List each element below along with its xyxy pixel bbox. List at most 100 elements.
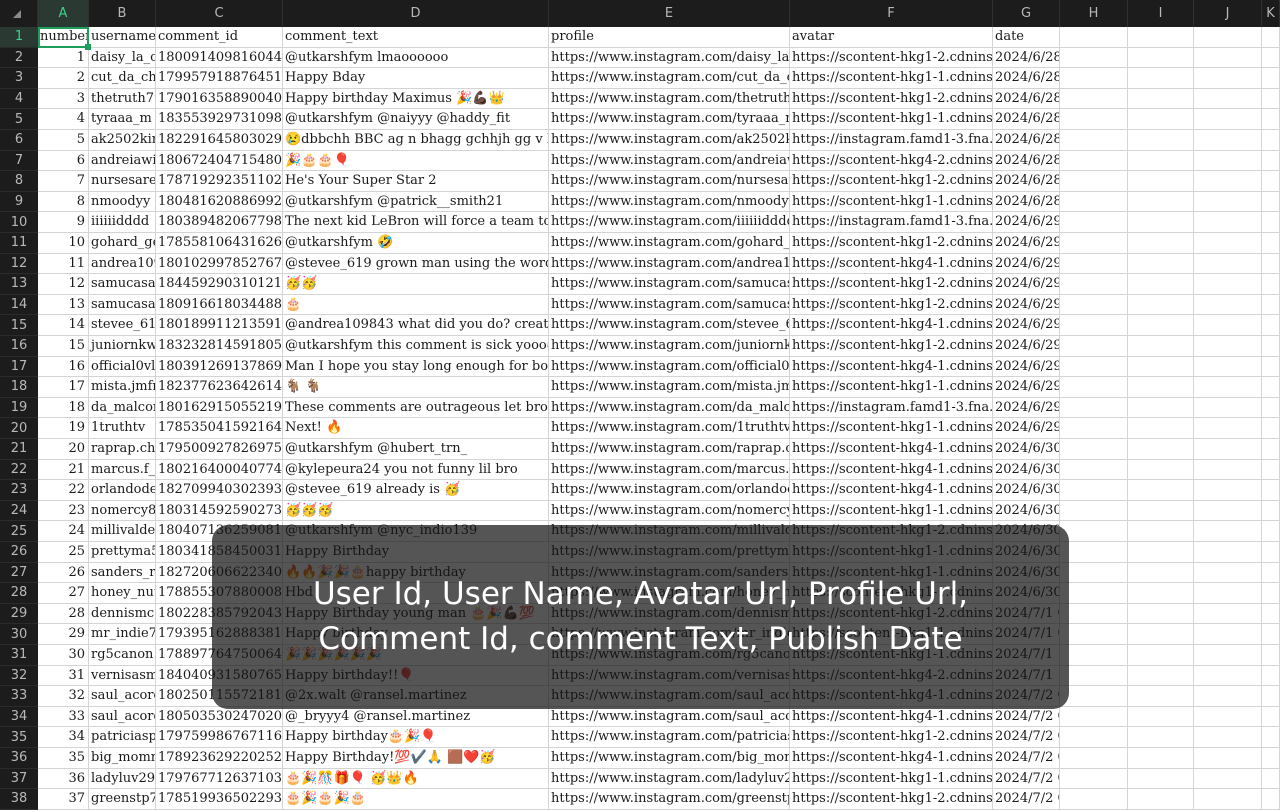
row-header-21[interactable]: 21 [0, 439, 38, 460]
cell-empty[interactable] [1262, 748, 1280, 769]
cell-a9[interactable]: 8 [38, 191, 89, 213]
cell-a7[interactable]: 6 [38, 150, 89, 172]
cell-empty[interactable] [1128, 665, 1194, 687]
cell-c11[interactable]: 17855810643162675 [156, 233, 283, 254]
cell-empty[interactable] [1262, 253, 1280, 275]
cell-c9[interactable]: 18048162088699294 [156, 191, 283, 213]
cell-empty[interactable] [1128, 68, 1194, 89]
cell-c8[interactable]: 17871929235110247 [156, 171, 283, 192]
row-header-22[interactable]: 22 [0, 459, 38, 481]
cell-g5[interactable]: 2024/6/28 13:32:53 [993, 109, 1060, 130]
cell-h26[interactable] [1060, 542, 1128, 563]
cell-e2[interactable]: https://www.instagram.com/daisy_la_c [549, 47, 790, 69]
cell-f9[interactable]: https://scontent-hkg1-1.cdninsta [790, 191, 993, 213]
cell-empty[interactable] [1262, 109, 1280, 130]
cell-c34[interactable]: 18050353024702011 [156, 706, 283, 728]
row-header-34[interactable]: 34 [0, 706, 38, 728]
cell-g2[interactable]: 2024/6/28 12:17:06 [993, 47, 1060, 69]
cell-g8[interactable]: 2024/6/28 19:58:50 [993, 171, 1060, 192]
cell-e9[interactable]: https://www.instagram.com/nmoodyy [549, 191, 790, 213]
cell-g18[interactable]: 2024/6/29 14:36:25 [993, 377, 1060, 398]
row-header-23[interactable]: 23 [0, 480, 38, 501]
cell-empty[interactable] [1194, 459, 1262, 481]
cell-a32[interactable]: 31 [38, 665, 89, 687]
cell-b17[interactable]: official0vl [89, 356, 156, 378]
cell-e1[interactable]: profile [549, 27, 790, 48]
column-header-k[interactable]: K [1262, 0, 1280, 27]
cell-empty[interactable] [1194, 336, 1262, 357]
cell-d7[interactable]: 🎉🎂🎂🎈 [283, 150, 549, 172]
cell-a17[interactable]: 16 [38, 356, 89, 378]
cell-b34[interactable]: saul_acord [89, 706, 156, 728]
cell-e6[interactable]: https://www.instagram.com/ak2502kin [549, 130, 790, 151]
cell-h30[interactable] [1060, 624, 1128, 645]
cell-empty[interactable] [1128, 274, 1194, 295]
row-header-28[interactable]: 28 [0, 583, 38, 604]
cell-d11[interactable]: @utkarshfym 🤣 [283, 233, 549, 254]
cell-c1[interactable]: comment_id [156, 27, 283, 48]
cell-empty[interactable] [1262, 150, 1280, 172]
cell-empty[interactable] [1262, 562, 1280, 584]
cell-empty[interactable] [1194, 439, 1262, 460]
cell-c7[interactable]: 18067240471548031 [156, 150, 283, 172]
cell-c10[interactable]: 18038948206779845 [156, 212, 283, 233]
cell-empty[interactable] [1194, 562, 1262, 584]
cell-d37[interactable]: 🎂🎉🎊🎁🎈 🥳👑🔥 [283, 768, 549, 790]
cell-f5[interactable]: https://scontent-hkg1-1.cdninsta [790, 109, 993, 130]
cell-a36[interactable]: 35 [38, 748, 89, 769]
select-all-corner[interactable] [0, 0, 38, 27]
row-header-1[interactable]: 1 [0, 27, 38, 48]
cell-h27[interactable] [1060, 562, 1128, 584]
cell-empty[interactable] [1194, 171, 1262, 192]
cell-c21[interactable]: 17950092782697557 [156, 439, 283, 460]
cell-b21[interactable]: raprap.ch [89, 439, 156, 460]
cell-c35[interactable]: 17975998676711625 [156, 727, 283, 748]
cell-f11[interactable]: https://scontent-hkg1-2.cdninsta [790, 233, 993, 254]
column-header-d[interactable]: D [283, 0, 549, 27]
cell-a37[interactable]: 36 [38, 768, 89, 790]
cell-b11[interactable]: gohard_ge [89, 233, 156, 254]
cell-empty[interactable] [1128, 418, 1194, 439]
cell-d6[interactable]: 😢dbbchh BBC ag n bhagg gchhjh gg v NJ c [283, 130, 549, 151]
cell-h21[interactable] [1060, 439, 1128, 460]
cell-empty[interactable] [1194, 377, 1262, 398]
row-header-14[interactable]: 14 [0, 294, 38, 316]
cell-empty[interactable] [1128, 336, 1194, 357]
row-header-15[interactable]: 15 [0, 315, 38, 336]
cell-empty[interactable] [1262, 191, 1280, 213]
cell-a22[interactable]: 21 [38, 459, 89, 481]
cell-empty[interactable] [1262, 480, 1280, 501]
cell-d19[interactable]: These comments are outrageous let bro ce… [283, 397, 549, 419]
fill-handle[interactable] [85, 43, 91, 50]
cell-h29[interactable] [1060, 603, 1128, 625]
cell-empty[interactable] [1128, 727, 1194, 748]
cell-h11[interactable] [1060, 233, 1128, 254]
cell-d13[interactable]: 🥳🥳 [283, 274, 549, 295]
cell-h31[interactable] [1060, 645, 1128, 666]
cell-e35[interactable]: https://www.instagram.com/patriciasp [549, 727, 790, 748]
cell-d17[interactable]: Man I hope you stay long enough for both… [283, 356, 549, 378]
cell-empty[interactable] [1262, 47, 1280, 69]
cell-a18[interactable]: 17 [38, 377, 89, 398]
cell-g3[interactable]: 2024/6/28 12:27:10 [993, 68, 1060, 89]
cell-e5[interactable]: https://www.instagram.com/tyraaa_m [549, 109, 790, 130]
cell-a20[interactable]: 19 [38, 418, 89, 439]
cell-empty[interactable] [1262, 789, 1280, 810]
cell-c23[interactable]: 18270994030239352 [156, 480, 283, 501]
cell-g7[interactable]: 2024/6/28 15:28:26 [993, 150, 1060, 172]
cell-h23[interactable] [1060, 480, 1128, 501]
cell-empty[interactable] [1194, 789, 1262, 810]
cell-e22[interactable]: https://www.instagram.com/marcus.f_ [549, 459, 790, 481]
cell-h32[interactable] [1060, 665, 1128, 687]
cell-c15[interactable]: 18018991121359109 [156, 315, 283, 336]
cell-empty[interactable] [1194, 500, 1262, 522]
row-header-20[interactable]: 20 [0, 418, 38, 439]
row-header-27[interactable]: 27 [0, 562, 38, 584]
column-header-e[interactable]: E [549, 0, 790, 27]
cell-empty[interactable] [1128, 315, 1194, 336]
cell-c5[interactable]: 18355392973109816 [156, 109, 283, 130]
cell-empty[interactable] [1262, 500, 1280, 522]
cell-empty[interactable] [1128, 233, 1194, 254]
cell-empty[interactable] [1128, 294, 1194, 316]
column-header-i[interactable]: I [1128, 0, 1194, 27]
